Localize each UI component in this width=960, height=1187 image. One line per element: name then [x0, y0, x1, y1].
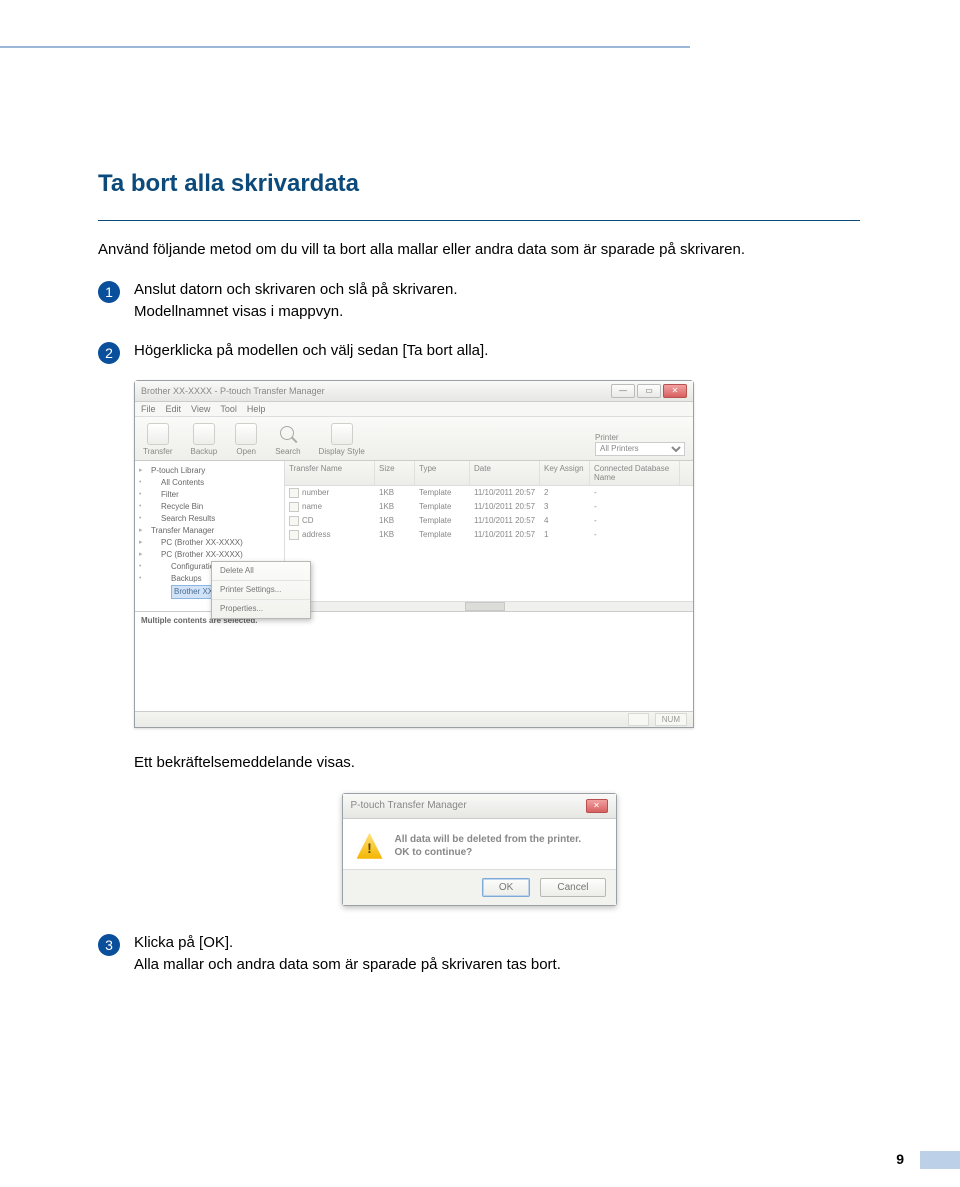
- col-db[interactable]: Connected Database Name: [590, 461, 680, 485]
- step-3-line-2: Alla mallar och andra data som är sparad…: [134, 954, 561, 977]
- tree-filter[interactable]: Filter: [137, 489, 282, 501]
- tree-search-results[interactable]: Search Results: [137, 513, 282, 525]
- header-rule: [0, 46, 690, 48]
- step-1-line-2: Modellnamnet visas i mappvyn.: [134, 301, 458, 324]
- transfer-icon: [147, 423, 169, 445]
- search-button[interactable]: Search: [275, 423, 300, 456]
- menu-tool[interactable]: Tool: [220, 404, 237, 414]
- printer-selector: Printer All Printers: [595, 433, 685, 456]
- dialog-message-line-1: All data will be deleted from the printe…: [395, 833, 582, 846]
- step-number-badge: 3: [98, 934, 120, 956]
- step-2-text: Högerklicka på modellen och välj sedan […: [134, 340, 488, 363]
- preview-pane: Multiple contents are selected.: [135, 611, 693, 711]
- scrollbar-thumb[interactable]: [465, 602, 505, 611]
- display-icon: [331, 423, 353, 445]
- col-type[interactable]: Type: [415, 461, 470, 485]
- list-row[interactable]: name 1KBTemplate11/10/2011 20:573-: [285, 500, 693, 514]
- horizontal-scrollbar[interactable]: [285, 601, 693, 611]
- page-number: 9: [896, 1151, 904, 1167]
- transfer-button[interactable]: Transfer: [143, 423, 173, 456]
- backup-label: Backup: [191, 447, 218, 456]
- confirm-dialog: P-touch Transfer Manager ✕ All data will…: [342, 793, 617, 906]
- titlebar: Brother XX-XXXX - P-touch Transfer Manag…: [135, 381, 693, 402]
- confirmation-caption: Ett bekräftelsemeddelande visas.: [134, 754, 860, 771]
- toolbar: Transfer Backup Open Search Display Styl…: [135, 417, 693, 461]
- window-title: Brother XX-XXXX - P-touch Transfer Manag…: [141, 386, 325, 396]
- heading-rule: [98, 220, 860, 221]
- col-size[interactable]: Size: [375, 461, 415, 485]
- open-icon: [235, 423, 257, 445]
- col-key[interactable]: Key Assign: [540, 461, 590, 485]
- close-button[interactable]: ✕: [663, 384, 687, 398]
- context-printer-settings[interactable]: Printer Settings...: [212, 581, 310, 600]
- list-body: number 1KBTemplate11/10/2011 20:572- nam…: [285, 486, 693, 601]
- maximize-button[interactable]: ▭: [637, 384, 661, 398]
- template-icon: [289, 488, 299, 498]
- page-content: Ta bort alla skrivardata Använd följande…: [98, 0, 860, 977]
- list-header: Transfer Name Size Type Date Key Assign …: [285, 461, 693, 486]
- tree-pc-2[interactable]: PC (Brother XX-XXXX): [137, 549, 282, 561]
- intro-text: Använd följande metod om du vill ta bort…: [98, 239, 860, 261]
- search-label: Search: [275, 447, 300, 456]
- printer-label: Printer: [595, 433, 685, 442]
- status-num: NUM: [655, 713, 687, 726]
- tree-all-contents[interactable]: All Contents: [137, 477, 282, 489]
- app-window: Brother XX-XXXX - P-touch Transfer Manag…: [134, 380, 694, 728]
- cancel-button[interactable]: Cancel: [540, 878, 605, 897]
- context-delete-all[interactable]: Delete All: [212, 562, 310, 581]
- open-button[interactable]: Open: [235, 423, 257, 456]
- step-1-line-1: Anslut datorn och skrivaren och slå på s…: [134, 279, 458, 302]
- tree-transfer-manager[interactable]: Transfer Manager: [137, 525, 282, 537]
- step-3-line-1: Klicka på [OK].: [134, 932, 561, 955]
- status-bar: NUM: [135, 711, 693, 727]
- printer-dropdown[interactable]: All Printers: [595, 442, 685, 456]
- backup-icon: [193, 423, 215, 445]
- warning-icon: [357, 833, 383, 859]
- dialog-title: P-touch Transfer Manager: [351, 800, 467, 811]
- tree-recycle-bin[interactable]: Recycle Bin: [137, 501, 282, 513]
- tree-library[interactable]: P-touch Library: [137, 465, 282, 477]
- list-panel: Transfer Name Size Type Date Key Assign …: [285, 461, 693, 611]
- menu-help[interactable]: Help: [247, 404, 266, 414]
- ok-button[interactable]: OK: [482, 878, 530, 897]
- menu-file[interactable]: File: [141, 404, 156, 414]
- menu-edit[interactable]: Edit: [166, 404, 182, 414]
- template-icon: [289, 516, 299, 526]
- step-number-badge: 2: [98, 342, 120, 364]
- menubar: File Edit View Tool Help: [135, 402, 693, 417]
- open-label: Open: [236, 447, 256, 456]
- display-label: Display Style: [319, 447, 365, 456]
- search-icon: [277, 423, 299, 445]
- backup-button[interactable]: Backup: [191, 423, 218, 456]
- list-row[interactable]: address 1KBTemplate11/10/2011 20:571-: [285, 528, 693, 542]
- context-properties[interactable]: Properties...: [212, 600, 310, 618]
- dialog-message-line-2: OK to continue?: [395, 846, 582, 859]
- dialog-close-button[interactable]: ✕: [586, 799, 608, 813]
- status-empty: [628, 713, 649, 726]
- step-number-badge: 1: [98, 281, 120, 303]
- page-title: Ta bort alla skrivardata: [98, 170, 860, 198]
- minimize-button[interactable]: —: [611, 384, 635, 398]
- page-edge-tab: [920, 1151, 960, 1169]
- template-icon: [289, 502, 299, 512]
- dialog-titlebar: P-touch Transfer Manager ✕: [343, 794, 616, 819]
- transfer-label: Transfer: [143, 447, 173, 456]
- step-2: 2 Högerklicka på modellen och välj sedan…: [98, 340, 860, 364]
- step-1: 1 Anslut datorn och skrivaren och slå på…: [98, 279, 860, 324]
- col-date[interactable]: Date: [470, 461, 540, 485]
- template-icon: [289, 530, 299, 540]
- tree-pc-1[interactable]: PC (Brother XX-XXXX): [137, 537, 282, 549]
- list-row[interactable]: CD 1KBTemplate11/10/2011 20:574-: [285, 514, 693, 528]
- list-row[interactable]: number 1KBTemplate11/10/2011 20:572-: [285, 486, 693, 500]
- display-style-button[interactable]: Display Style: [319, 423, 365, 456]
- tree-panel: P-touch Library All Contents Filter Recy…: [135, 461, 285, 611]
- menu-view[interactable]: View: [191, 404, 210, 414]
- step-3: 3 Klicka på [OK]. Alla mallar och andra …: [98, 932, 860, 977]
- context-menu: Delete All Printer Settings... Propertie…: [211, 561, 311, 619]
- col-name[interactable]: Transfer Name: [285, 461, 375, 485]
